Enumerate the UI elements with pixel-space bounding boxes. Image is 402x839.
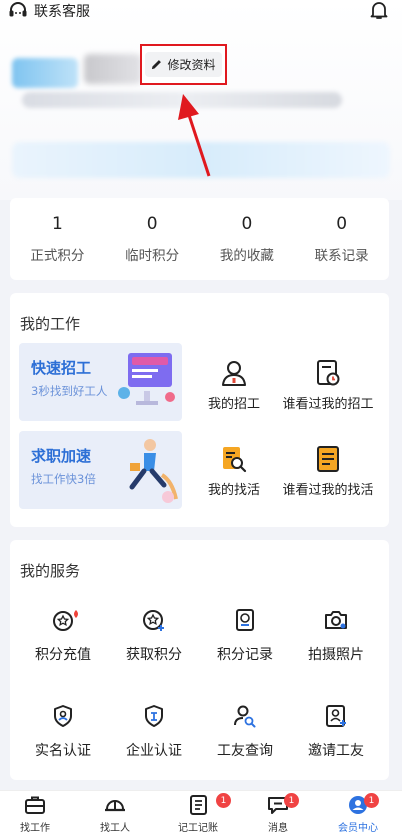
promo-title: 快速招工 bbox=[31, 359, 92, 377]
tab-label: 找工人 bbox=[100, 823, 130, 834]
tab-label: 会员中心 bbox=[338, 823, 378, 834]
document-clock-icon bbox=[317, 360, 340, 386]
my-work-card: 我的工作 快速招工 3秒找到好工人 求职加速 找工作快3倍 我的招工 谁看过我的… bbox=[10, 293, 389, 527]
tab-badge: 1 bbox=[284, 793, 299, 808]
customer-service-button[interactable]: 联系客服 bbox=[8, 0, 90, 22]
service-label: 积分充值 bbox=[35, 647, 91, 663]
stat-value: 1 bbox=[51, 214, 63, 234]
service-real-name-auth[interactable]: 实名认证 bbox=[18, 704, 108, 760]
edit-profile-label: 修改资料 bbox=[167, 58, 216, 72]
shield-person-icon bbox=[54, 705, 72, 727]
stat-formal-points[interactable]: 1 正式积分 bbox=[10, 198, 105, 280]
tab-label: 消息 bbox=[268, 823, 288, 834]
item-label: 我的招工 bbox=[207, 397, 260, 412]
stat-label: 我的收藏 bbox=[219, 248, 274, 264]
promo-subtitle: 3秒找到好工人 bbox=[31, 384, 108, 398]
stat-label: 正式积分 bbox=[30, 248, 85, 264]
section-title: 我的服务 bbox=[20, 562, 81, 580]
points-recharge-icon bbox=[53, 610, 78, 631]
item-label: 谁看过我的找活 bbox=[282, 483, 374, 498]
promo-subtitle: 找工作快3倍 bbox=[31, 472, 96, 486]
stat-label: 联系记录 bbox=[314, 248, 369, 264]
service-label: 邀请工友 bbox=[308, 743, 364, 759]
shield-enterprise-icon bbox=[145, 705, 163, 727]
edit-profile-button[interactable]: 修改资料 bbox=[145, 52, 222, 77]
tab-find-job[interactable]: 找工作 bbox=[0, 795, 75, 834]
tab-messages[interactable]: 1 消息 bbox=[238, 793, 318, 834]
bell-icon[interactable] bbox=[370, 0, 388, 20]
my-recruit-item[interactable]: 我的招工 bbox=[184, 359, 284, 412]
tab-member-center[interactable]: 1 会员中心 bbox=[318, 793, 398, 834]
service-enterprise-auth[interactable]: 企业认证 bbox=[109, 704, 199, 760]
who-viewed-recruit-item[interactable]: 谁看过我的招工 bbox=[278, 359, 378, 412]
item-label: 我的找活 bbox=[207, 483, 260, 498]
job-seek-boost-card[interactable]: 求职加速 找工作快3倍 bbox=[19, 431, 182, 509]
ledger-icon bbox=[190, 795, 207, 815]
stats-card: 1 正式积分 0 临时积分 0 我的收藏 0 联系记录 bbox=[10, 198, 389, 280]
service-label: 工友查询 bbox=[217, 743, 273, 759]
stat-value: 0 bbox=[146, 214, 158, 234]
user-name-blurred bbox=[84, 54, 142, 84]
stat-favorites[interactable]: 0 我的收藏 bbox=[200, 198, 295, 280]
stat-label: 临时积分 bbox=[125, 248, 180, 264]
service-coworker-search[interactable]: 工友查询 bbox=[200, 704, 290, 760]
person-add-icon bbox=[326, 705, 346, 727]
item-label: 谁看过我的招工 bbox=[282, 397, 374, 412]
person-search-icon bbox=[234, 705, 256, 728]
service-take-photo[interactable]: 拍摄照片 bbox=[291, 608, 381, 664]
avatar[interactable] bbox=[12, 58, 78, 88]
briefcase-icon bbox=[25, 796, 45, 814]
stat-value: 0 bbox=[336, 214, 348, 234]
points-record-icon bbox=[236, 609, 254, 631]
promo-title: 求职加速 bbox=[31, 447, 92, 465]
bottom-tab-bar: 找工作 找工人 1 记工记账 1 消息 1 会员中心 bbox=[0, 790, 402, 839]
points-get-icon bbox=[143, 610, 164, 631]
service-points-recharge[interactable]: 积分充值 bbox=[18, 608, 108, 664]
service-label: 积分记录 bbox=[217, 647, 273, 663]
my-services-card: 我的服务 积分充值 获取积分 积分记录 拍摄照片 实名认证 企业认证 工友查询 … bbox=[10, 540, 389, 780]
section-title: 我的工作 bbox=[20, 315, 81, 333]
pencil-icon bbox=[152, 60, 162, 70]
stat-value: 0 bbox=[241, 214, 253, 234]
tab-badge: 1 bbox=[216, 793, 231, 808]
document-list-icon bbox=[317, 446, 339, 472]
service-label: 实名认证 bbox=[35, 743, 91, 759]
service-label: 拍摄照片 bbox=[308, 647, 364, 663]
service-points-record[interactable]: 积分记录 bbox=[200, 608, 290, 664]
person-icon bbox=[222, 361, 246, 386]
quick-recruit-card[interactable]: 快速招工 3秒找到好工人 bbox=[19, 343, 182, 421]
tab-label: 记工记账 bbox=[178, 823, 218, 834]
customer-service-label: 联系客服 bbox=[34, 4, 90, 20]
who-viewed-job-seek-item[interactable]: 谁看过我的找活 bbox=[278, 445, 378, 498]
tab-work-ledger[interactable]: 1 记工记账 bbox=[158, 793, 238, 834]
stat-contact-records[interactable]: 0 联系记录 bbox=[294, 198, 389, 280]
service-points-get[interactable]: 获取积分 bbox=[109, 608, 199, 664]
my-job-seek-item[interactable]: 我的找活 bbox=[184, 445, 284, 498]
work-shortcuts: 我的招工 谁看过我的招工 我的找活 谁看过我的找活 bbox=[192, 353, 382, 523]
helmet-icon bbox=[105, 800, 125, 812]
runner-illustration-icon bbox=[129, 439, 178, 503]
service-label: 企业认证 bbox=[126, 743, 182, 759]
tab-find-worker[interactable]: 找工人 bbox=[75, 795, 155, 834]
document-search-icon bbox=[223, 447, 247, 473]
recruit-illustration-icon bbox=[118, 353, 175, 405]
camera-icon bbox=[325, 611, 347, 629]
service-invite-coworker[interactable]: 邀请工友 bbox=[291, 704, 381, 760]
tab-badge: 1 bbox=[364, 793, 379, 808]
top-bar: 联系客服 bbox=[0, 0, 402, 22]
edit-profile-highlight[interactable]: 修改资料 bbox=[140, 44, 227, 85]
stat-temp-points[interactable]: 0 临时积分 bbox=[105, 198, 200, 280]
headset-icon bbox=[9, 2, 27, 17]
tab-label: 找工作 bbox=[20, 823, 50, 834]
service-label: 获取积分 bbox=[126, 647, 182, 663]
red-arrow-annotation bbox=[178, 94, 211, 177]
